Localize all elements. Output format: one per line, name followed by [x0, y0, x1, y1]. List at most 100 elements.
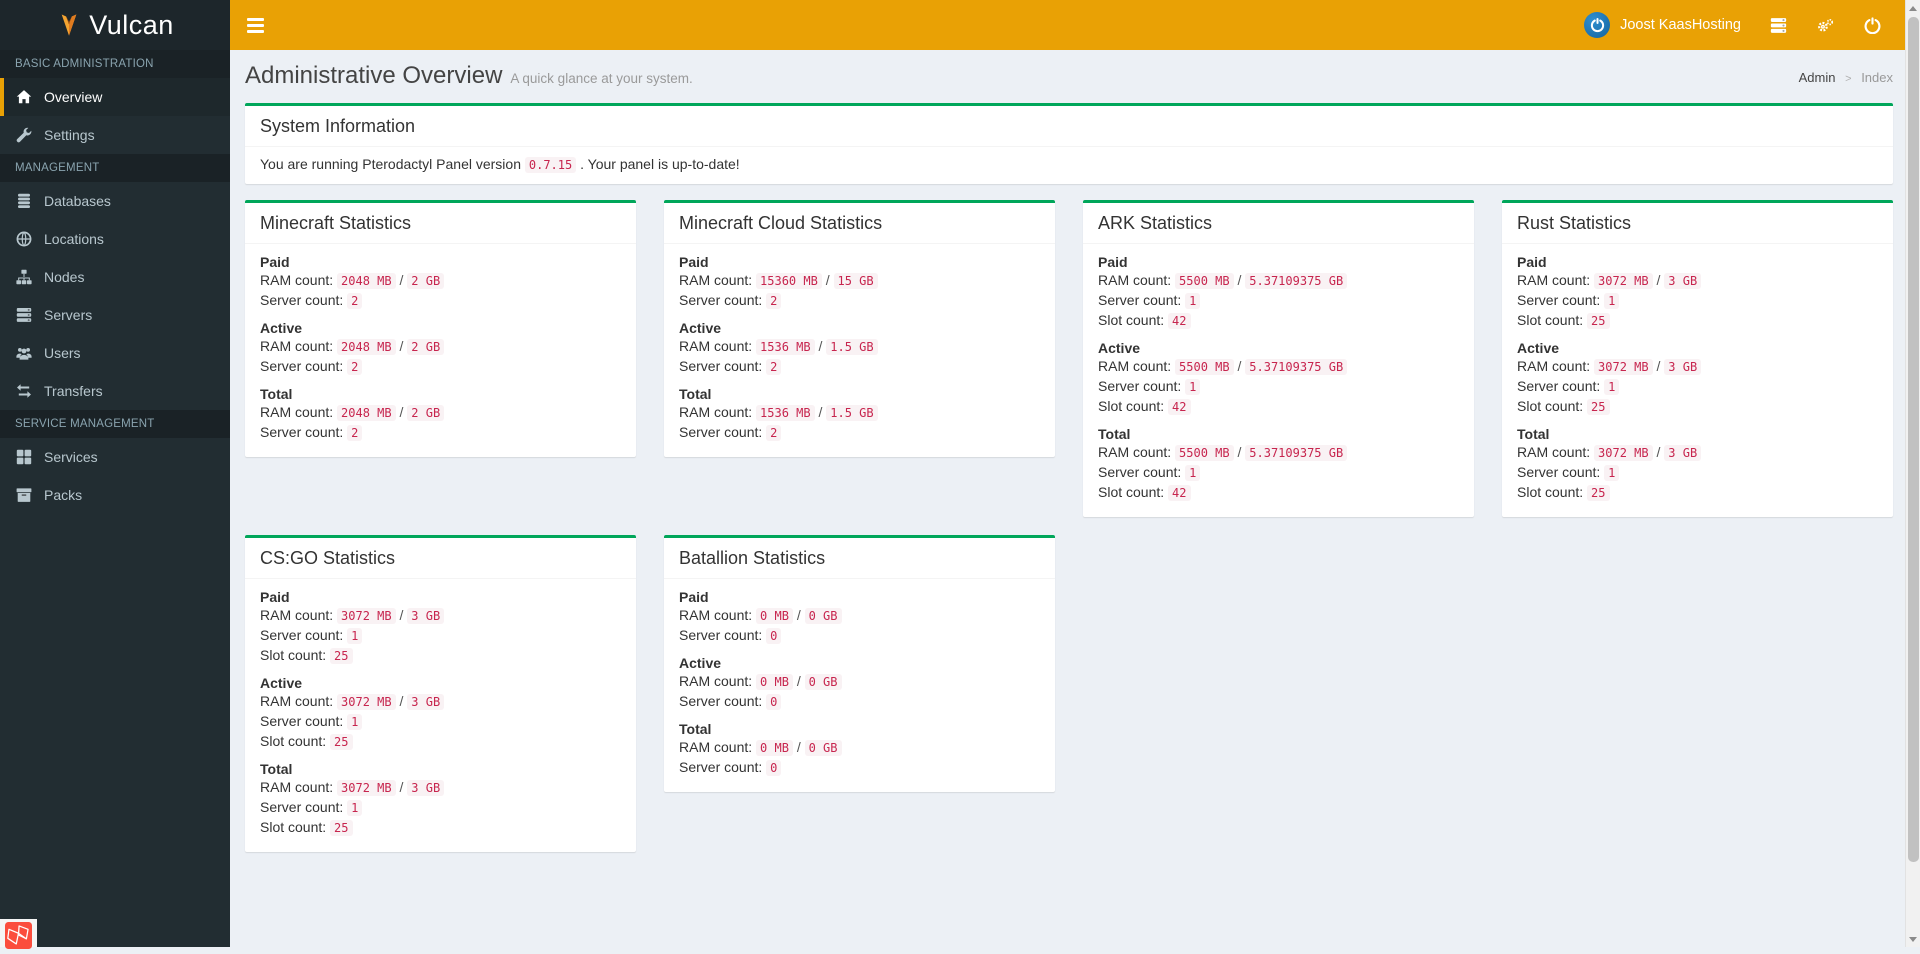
stat-value-chip: 42: [1168, 485, 1191, 501]
stat-group-label: Total: [1098, 426, 1131, 442]
value-separator: /: [395, 338, 408, 354]
stat-value-chip: 25: [1587, 399, 1610, 415]
stat-card-body: Paid RAM count: 15360 MB / 15 GB Server co…: [664, 244, 1055, 457]
stat-value-chip: 15360 MB: [756, 273, 822, 289]
sidebar-item-label: Transfers: [44, 383, 103, 399]
stat-card-title: ARK Statistics: [1083, 203, 1474, 244]
main-area: Joost KaasHosting Administrative Overvie…: [230, 0, 1920, 947]
stat-value-chip: 0 MB: [756, 740, 793, 756]
stat-value-chip: 3072 MB: [337, 608, 396, 624]
server-list-icon: [1770, 17, 1787, 34]
stat-group-label: Active: [1098, 340, 1141, 356]
brand-logo[interactable]: Vulcan: [0, 0, 230, 50]
stat-group-label: Active: [679, 655, 722, 671]
stat-row-ram-count: RAM count: 1536 MB / 1.5 GB: [679, 337, 1040, 357]
sidebar-item-services[interactable]: Services: [0, 438, 230, 476]
stat-row-server-count: Server count: 0: [679, 692, 1040, 712]
stat-group-active: Active RAM count: 1536 MB / 1.5 GB Server …: [679, 319, 1040, 377]
value-separator: /: [792, 607, 805, 623]
scrollbar-up-arrow[interactable]: [1906, 0, 1920, 16]
sidebar-item-overview[interactable]: Overview: [0, 78, 230, 116]
stat-value-chip: 2: [347, 293, 363, 309]
stat-value-chip: 2048 MB: [337, 339, 396, 355]
sidebar-item-users[interactable]: Users: [0, 334, 230, 372]
stat-value-chip: 1.5 GB: [826, 339, 878, 355]
sidebar-item-nodes[interactable]: Nodes: [0, 258, 230, 296]
stat-row-ram-count: RAM count: 0 MB / 0 GB: [679, 738, 1040, 758]
stat-value-chip: 1: [1604, 465, 1620, 481]
stat-row-server-count: Server count: 2: [260, 357, 621, 377]
stat-group-total: Total RAM count: 3072 MB / 3 GB Server cou…: [1517, 425, 1878, 503]
stat-value-chip: 3 GB: [1664, 273, 1702, 289]
stat-value-chip: 0: [766, 628, 782, 644]
stat-card-title: Rust Statistics: [1502, 203, 1893, 244]
stat-group-active: Active RAM count: 0 MB / 0 GB Server count…: [679, 654, 1040, 712]
sidebar-toggle-button[interactable]: [230, 0, 280, 50]
breadcrumb-current: Index: [1861, 70, 1893, 85]
sidebar-item-transfers[interactable]: Transfers: [0, 372, 230, 410]
system-information-body: You are running Pterodactyl Panel versio…: [260, 156, 740, 173]
stat-card-title: Batallion Statistics: [664, 538, 1055, 579]
value-separator: /: [1652, 444, 1665, 460]
stat-row-server-count: Server count: 1: [1098, 377, 1459, 397]
stat-row-ram-count: RAM count: 1536 MB / 1.5 GB: [679, 403, 1040, 423]
stat-value-chip: 5.37109375 GB: [1245, 359, 1348, 375]
sidebar-item-databases[interactable]: Databases: [0, 182, 230, 220]
stat-row-server-count: Server count: 1: [260, 798, 621, 818]
navbar-cogs-button[interactable]: [1802, 0, 1849, 50]
debugbar-toggle[interactable]: [0, 919, 37, 949]
stat-row-ram-count: RAM count: 3072 MB / 3 GB: [1517, 357, 1878, 377]
value-separator: /: [1233, 444, 1246, 460]
user-menu[interactable]: Joost KaasHosting: [1570, 0, 1755, 50]
value-separator: /: [1652, 358, 1665, 374]
stat-value-chip: 3 GB: [1664, 445, 1702, 461]
stat-card-body: Paid RAM count: 2048 MB / 2 GB Server coun…: [245, 244, 636, 457]
stat-row-ram-count: RAM count: 15360 MB / 15 GB: [679, 271, 1040, 291]
navbar-power-button[interactable]: [1849, 0, 1896, 50]
server-icon: [16, 307, 32, 323]
database-icon: [16, 193, 32, 209]
sidebar-item-packs[interactable]: Packs: [0, 476, 230, 514]
stat-row-ram-count: RAM count: 3072 MB / 3 GB: [260, 778, 621, 798]
stat-row-ram-count: RAM count: 3072 MB / 3 GB: [260, 606, 621, 626]
stat-card-title: CS:GO Statistics: [245, 538, 636, 579]
sidebar-item-settings[interactable]: Settings: [0, 116, 230, 154]
statistics-grid: Minecraft Statistics Paid RAM count: 2048 …: [245, 200, 1893, 852]
sidebar-item-label: Locations: [44, 231, 104, 247]
stat-row-server-count: Server count: 1: [260, 626, 621, 646]
stat-value-chip: 3 GB: [407, 694, 445, 710]
stat-value-chip: 2 GB: [407, 339, 445, 355]
stat-value-chip: 0 GB: [804, 674, 842, 690]
stat-card-body: Paid RAM count: 3072 MB / 3 GB Server coun…: [245, 579, 636, 852]
sidebar-item-label: Services: [44, 449, 98, 465]
stat-row-server-count: Server count: 2: [679, 291, 1040, 311]
stat-row-server-count: Server count: 0: [679, 626, 1040, 646]
stat-row-server-count: Server count: 1: [1517, 463, 1878, 483]
stat-value-chip: 2: [347, 359, 363, 375]
stat-value-chip: 1536 MB: [756, 405, 815, 421]
stat-card-body: Paid RAM count: 3072 MB / 3 GB Server coun…: [1502, 244, 1893, 517]
scrollbar-thumb[interactable]: [1908, 17, 1919, 862]
stat-value-chip: 3072 MB: [1594, 445, 1653, 461]
stat-value-chip: 25: [330, 820, 353, 836]
sidebar-item-servers[interactable]: Servers: [0, 296, 230, 334]
scrollbar-down-arrow[interactable]: [1905, 931, 1920, 947]
stat-value-chip: 42: [1168, 399, 1191, 415]
breadcrumb-admin-link[interactable]: Admin: [1799, 70, 1836, 85]
stat-value-chip: 25: [1587, 485, 1610, 501]
content: Administrative Overview A quick glance at…: [230, 50, 1920, 947]
stat-value-chip: 2048 MB: [337, 273, 396, 289]
stat-group-paid: Paid RAM count: 3072 MB / 3 GB Server coun…: [260, 588, 621, 666]
sidebar-item-locations[interactable]: Locations: [0, 220, 230, 258]
sidebar-item-label: Overview: [44, 89, 103, 105]
stat-value-chip: 1: [1185, 379, 1201, 395]
navbar-server-list-button[interactable]: [1755, 0, 1802, 50]
stat-group-label: Active: [260, 675, 303, 691]
stat-card-title: Minecraft Statistics: [245, 203, 636, 244]
stat-value-chip: 1: [1185, 293, 1201, 309]
brand-name: Vulcan: [89, 9, 174, 40]
value-separator: /: [395, 404, 408, 420]
sidebar-item-label: Databases: [44, 193, 111, 209]
stat-card-batallion-statistics: Batallion Statistics Paid RAM count: 0 MB …: [664, 535, 1055, 792]
stat-value-chip: 0 MB: [756, 608, 793, 624]
